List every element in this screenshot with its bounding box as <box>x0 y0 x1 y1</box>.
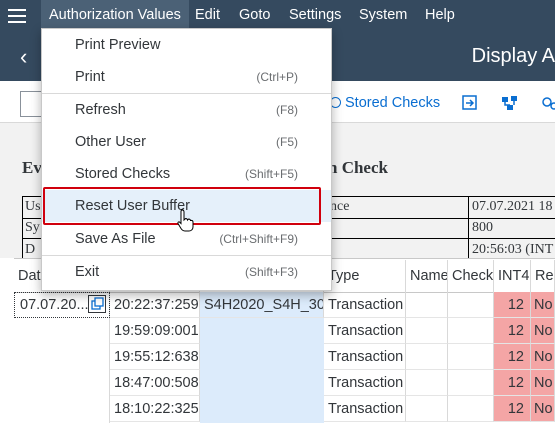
grid-cell-int4[interactable]: 12 <box>494 396 531 422</box>
menu-help[interactable]: Help <box>417 0 463 31</box>
menu-item-stored-checks[interactable]: Stored Checks (Shift+F5) <box>42 158 331 190</box>
menu-item-other-user[interactable]: Other User (F5) <box>42 126 331 158</box>
menu-item-print[interactable]: Print (Ctrl+P) <box>42 61 331 93</box>
menu-edit[interactable]: Edit <box>187 0 228 31</box>
grid-header-check[interactable]: Check <box>448 260 494 292</box>
grid-cell-name[interactable] <box>406 370 448 396</box>
form-label: Us <box>25 199 41 214</box>
menu-item-shortcut: (Shift+F3) <box>244 265 298 279</box>
grid-cell-check[interactable] <box>448 344 494 370</box>
hamburger-menu-icon[interactable] <box>6 7 28 25</box>
grid-cell-time[interactable]: 18:47:00:508 <box>110 370 200 396</box>
grid-cell-result[interactable]: No <box>531 344 555 370</box>
grid-cell-check[interactable] <box>448 292 494 318</box>
grid-cell-int4[interactable]: 12 <box>494 292 531 318</box>
network-icon[interactable] <box>500 94 520 112</box>
grid-cell-result[interactable]: No <box>531 292 555 318</box>
menu-item-label: Exit <box>75 264 100 280</box>
copy-icon[interactable] <box>88 295 106 313</box>
form-label: Sy <box>25 220 40 235</box>
grid-cell-name[interactable] <box>406 344 448 370</box>
grid-cell-result[interactable]: No <box>531 318 555 344</box>
grid-cell-check[interactable] <box>448 318 494 344</box>
grid-cell-user[interactable]: S4H2020_S4H_30 <box>200 292 324 318</box>
menu-item-exit[interactable]: Exit (Shift+F3) <box>42 256 331 288</box>
menu-system[interactable]: System <box>351 0 415 31</box>
grid-cell-type[interactable]: Transaction <box>324 318 406 344</box>
grid-cell-check[interactable] <box>448 396 494 422</box>
back-icon[interactable]: ‹ <box>20 46 42 68</box>
command-field[interactable] <box>20 91 42 117</box>
grid-cell-int4[interactable]: 12 <box>494 318 531 344</box>
grid-header-int4[interactable]: INT4 <box>494 260 531 292</box>
menu-goto[interactable]: Goto <box>231 0 278 31</box>
mouse-cursor-icon <box>176 208 194 234</box>
menu-item-label: Other User <box>75 134 146 150</box>
stored-checks-label: Stored Checks <box>345 95 441 111</box>
menu-item-shortcut: (Ctrl+P) <box>256 70 298 84</box>
grid-cell-int4[interactable]: 12 <box>494 344 531 370</box>
date-cell-value: 07.07.20... <box>20 297 89 313</box>
grid-header-result[interactable]: Res <box>531 260 555 292</box>
menu-item-label: Print Preview <box>75 37 161 53</box>
grid-cell-check[interactable] <box>448 370 494 396</box>
menu-item-label: Stored Checks <box>75 166 171 182</box>
grid-header-type[interactable]: Type <box>324 260 406 292</box>
menu-authorization-values[interactable]: Authorization Values <box>41 0 189 31</box>
menu-item-label: Save As File <box>75 231 156 247</box>
grid-cell-int4[interactable]: 12 <box>494 370 531 396</box>
grid-cell-result[interactable]: No <box>531 370 555 396</box>
stored-checks-button[interactable]: Stored Checks <box>330 95 440 111</box>
form-table-line <box>22 196 23 258</box>
menu-settings[interactable]: Settings <box>281 0 349 31</box>
menu-bar: Authorization Values Edit Goto Settings … <box>0 0 555 31</box>
date-cell-focused[interactable]: 07.07.20... <box>14 292 110 318</box>
grid-cell-type[interactable]: Transaction <box>324 344 406 370</box>
menu-item-print-preview[interactable]: Print Preview <box>42 29 331 61</box>
form-value: 07.07.2021 18 <box>472 199 553 214</box>
grid-header-name[interactable]: Name <box>406 260 448 292</box>
grid-cell-type[interactable]: Transaction <box>324 292 406 318</box>
form-value: 800 <box>472 220 493 235</box>
form-label: nce <box>330 199 350 214</box>
menu-item-refresh[interactable]: Refresh (F8) <box>42 94 331 126</box>
grid-cell-name[interactable] <box>406 396 448 422</box>
authorization-values-menu: Print Preview Print (Ctrl+P) Refresh (F8… <box>41 28 332 291</box>
form-value: 20:56:03 (INT <box>472 242 554 256</box>
menu-item-shortcut: (Ctrl+Shift+F9) <box>219 232 298 246</box>
form-label: D <box>25 242 36 256</box>
grid-cell-time[interactable]: 19:55:12:638 <box>110 344 200 370</box>
menu-item-shortcut: (F8) <box>276 103 298 117</box>
menu-item-shortcut: (Shift+F5) <box>244 167 298 181</box>
check-heading: n Check <box>328 158 388 177</box>
grid-cell-type[interactable]: Transaction <box>324 396 406 422</box>
evaluation-heading: Ev <box>22 158 42 177</box>
grid-cell-name[interactable] <box>406 292 448 318</box>
menu-item-label: Print <box>75 69 105 85</box>
grid-cell-time[interactable]: 19:59:09:001 <box>110 318 200 344</box>
export-icon[interactable] <box>460 94 480 112</box>
grid-cell-time[interactable]: 20:22:37:259 <box>110 292 200 318</box>
grid-cell-name[interactable] <box>406 318 448 344</box>
menu-item-shortcut: (F5) <box>276 135 298 149</box>
settings-icon[interactable] <box>540 94 555 112</box>
grid-cell-result[interactable]: No <box>531 396 555 422</box>
grid-cell-time[interactable]: 18:10:22:325 <box>110 396 200 422</box>
grid-cell-type[interactable]: Transaction <box>324 370 406 396</box>
page-title: Display A <box>471 45 555 67</box>
menu-item-label: Refresh <box>75 102 126 118</box>
form-table-line <box>468 196 469 258</box>
